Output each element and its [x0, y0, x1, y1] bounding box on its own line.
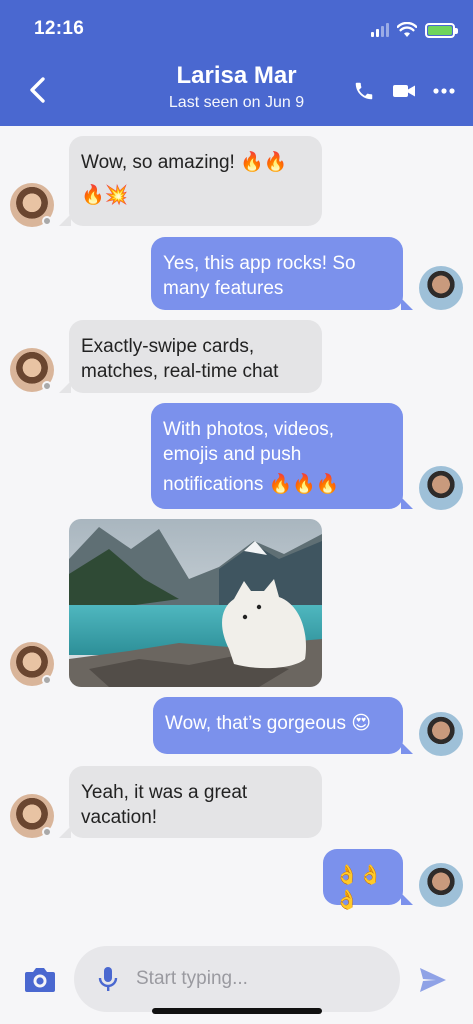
message-text: Wow, that’s gorgeous 😍	[165, 713, 372, 734]
microphone-icon[interactable]	[96, 966, 120, 992]
message-text: emojis and push	[163, 444, 302, 465]
send-icon[interactable]	[418, 966, 448, 994]
bubble-tail	[401, 298, 413, 310]
home-indicator	[152, 1008, 322, 1014]
status-icons	[371, 20, 458, 40]
video-call-button[interactable]	[391, 78, 417, 104]
presence-dot	[42, 381, 52, 391]
wifi-icon	[397, 22, 417, 37]
message-list[interactable]: Wow, so amazing! 🔥🔥 🔥💥 Yes, this app roc…	[0, 126, 473, 936]
message-text: Exactly-swipe cards,	[81, 336, 255, 357]
presence-dot	[42, 827, 52, 837]
message-text: Wow, so amazing! 🔥🔥	[81, 152, 288, 173]
chat-header: 12:16 Larisa Mar Last seen on Jun 9	[0, 0, 473, 126]
header-actions	[351, 78, 457, 104]
phone-icon	[355, 82, 373, 100]
message-bubble-incoming[interactable]: Exactly-swipe cards, matches, real-time …	[69, 320, 322, 393]
message-text: With photos, videos,	[163, 419, 335, 440]
message-text: vacation!	[81, 807, 158, 828]
lake-dog-photo	[69, 519, 322, 687]
message-text: matches, real-time chat	[81, 361, 279, 382]
more-dots-icon	[433, 88, 455, 94]
message-bubble-outgoing[interactable]: With photos, videos, emojis and push not…	[151, 403, 403, 509]
message-bubble-outgoing[interactable]: Yes, this app rocks! So many features	[151, 237, 403, 310]
my-avatar[interactable]	[419, 266, 463, 310]
message-text: Yeah, it was a great	[81, 782, 248, 803]
presence-dot	[42, 216, 52, 226]
message-text: notifications 🔥🔥🔥	[163, 474, 340, 495]
my-avatar[interactable]	[419, 466, 463, 510]
message-bubble-incoming[interactable]: Wow, so amazing! 🔥🔥 🔥💥	[69, 136, 322, 226]
my-avatar[interactable]	[419, 712, 463, 756]
last-seen-status: Last seen on Jun 9	[168, 94, 305, 111]
bubble-tail	[401, 742, 413, 754]
back-chevron-icon	[30, 77, 45, 103]
photo-message[interactable]	[69, 519, 322, 687]
back-button[interactable]	[20, 72, 56, 108]
bubble-tail	[401, 893, 413, 905]
message-text: 👌👌👌	[335, 865, 383, 911]
message-bubble-outgoing[interactable]: 👌👌👌	[323, 849, 403, 911]
chat-title[interactable]: Larisa Mar Last seen on Jun 9	[100, 62, 373, 112]
battery-icon	[425, 22, 458, 38]
video-camera-icon	[393, 85, 415, 97]
more-options-button[interactable]	[431, 78, 457, 104]
status-time: 12:16	[34, 18, 85, 39]
message-input[interactable]	[136, 960, 386, 998]
camera-icon[interactable]	[24, 964, 56, 994]
my-avatar[interactable]	[419, 863, 463, 907]
message-bubble-incoming[interactable]: Yeah, it was a great vacation!	[69, 766, 322, 838]
composer-field[interactable]	[74, 946, 400, 1012]
message-text: Yes, this app rocks! So	[163, 253, 356, 274]
contact-name: Larisa Mar	[176, 62, 297, 89]
message-text: many features	[163, 278, 284, 299]
bubble-tail	[401, 497, 413, 509]
signal-icon	[371, 23, 389, 37]
message-bubble-outgoing[interactable]: Wow, that’s gorgeous 😍	[153, 697, 403, 754]
call-button[interactable]	[351, 78, 377, 104]
presence-dot	[42, 675, 52, 685]
message-text: 🔥💥	[81, 185, 129, 206]
